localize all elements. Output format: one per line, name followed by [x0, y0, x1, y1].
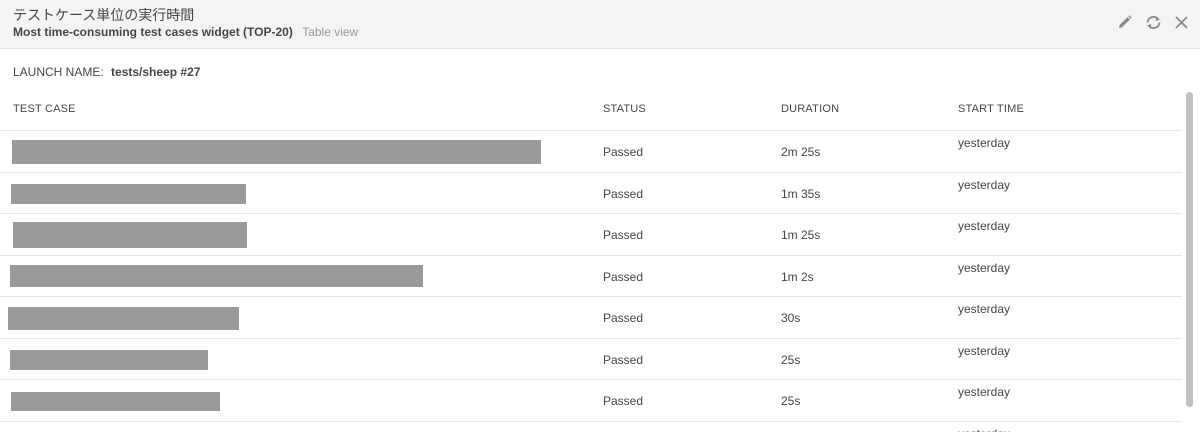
redacted-test-case-name[interactable]	[8, 307, 239, 330]
status-cell: Passed	[603, 269, 644, 284]
widget-subtitle-row: Most time-consuming test cases widget (T…	[13, 25, 358, 39]
widget-subtitle: Most time-consuming test cases widget (T…	[13, 25, 293, 39]
status-cell: Passed	[603, 394, 644, 408]
duration-cell: 1m 35s	[781, 186, 821, 201]
redacted-test-case-name[interactable]	[11, 183, 246, 204]
refresh-button[interactable]	[1144, 12, 1162, 32]
table-row: Passed 1m 25s yesterday	[0, 214, 1182, 256]
table-row: yesterday	[0, 422, 1182, 433]
close-button[interactable]	[1172, 12, 1190, 32]
column-header-status: STATUS	[603, 103, 646, 115]
duration-cell: 2m 25s	[781, 145, 821, 159]
view-mode-label: Table view	[302, 25, 359, 39]
start-time-cell: yesterday	[958, 177, 1011, 192]
status-cell: Passed	[603, 145, 644, 159]
redacted-test-case-name[interactable]	[13, 222, 247, 248]
edit-button[interactable]	[1116, 12, 1134, 32]
close-icon	[1174, 15, 1188, 29]
duration-cell: 30s	[781, 311, 801, 325]
redacted-test-case-name[interactable]	[10, 349, 208, 370]
duration-cell: 1m 2s	[781, 269, 814, 284]
redacted-test-case-name[interactable]	[12, 140, 541, 164]
widget-header: テストケース単位の実行時間 Most time-consuming test c…	[0, 0, 1200, 49]
duration-cell: 25s	[781, 394, 801, 408]
test-cases-table: TEST CASE STATUS DURATION START TIME Pas…	[0, 92, 1182, 432]
launch-name-row: LAUNCH NAME: tests/sheep #27	[13, 65, 200, 79]
table-row: Passed 30s yesterday	[0, 297, 1182, 339]
table-scrollbar[interactable]	[1186, 92, 1193, 407]
start-time-cell: yesterday	[958, 136, 1011, 150]
status-cell: Passed	[603, 228, 644, 242]
column-header-start-time: START TIME	[958, 103, 1024, 115]
duration-cell: 1m 25s	[781, 228, 821, 242]
start-time-cell: yesterday	[958, 260, 1011, 275]
table-row: Passed 25s yesterday	[0, 339, 1182, 380]
duration-cell: 25s	[781, 352, 801, 367]
table-row: Passed 2m 25s yesterday	[0, 131, 1182, 173]
table-row: Passed 1m 2s yesterday	[0, 256, 1182, 297]
table-row: Passed 25s yesterday	[0, 380, 1182, 422]
start-time-cell: yesterday	[958, 343, 1011, 358]
redacted-test-case-name[interactable]	[11, 392, 220, 411]
refresh-icon	[1145, 15, 1162, 30]
status-cell: Passed	[603, 186, 644, 201]
header-controls	[1116, 12, 1190, 32]
redacted-test-case-name[interactable]	[10, 264, 423, 287]
launch-name-label: LAUNCH NAME:	[13, 65, 104, 79]
start-time-cell: yesterday	[958, 427, 1010, 433]
start-time-cell: yesterday	[958, 302, 1011, 316]
status-cell: Passed	[603, 311, 644, 325]
pencil-icon	[1118, 15, 1132, 29]
table-header: TEST CASE STATUS DURATION START TIME	[0, 92, 1182, 131]
widget-title: テストケース単位の実行時間	[13, 8, 195, 24]
status-cell: Passed	[603, 352, 644, 367]
launch-name-value: tests/sheep #27	[111, 65, 201, 79]
column-header-duration: DURATION	[781, 103, 840, 115]
start-time-cell: yesterday	[958, 219, 1011, 233]
start-time-cell: yesterday	[958, 385, 1011, 399]
table-row: Passed 1m 35s yesterday	[0, 173, 1182, 214]
column-header-test-case: TEST CASE	[13, 103, 76, 115]
